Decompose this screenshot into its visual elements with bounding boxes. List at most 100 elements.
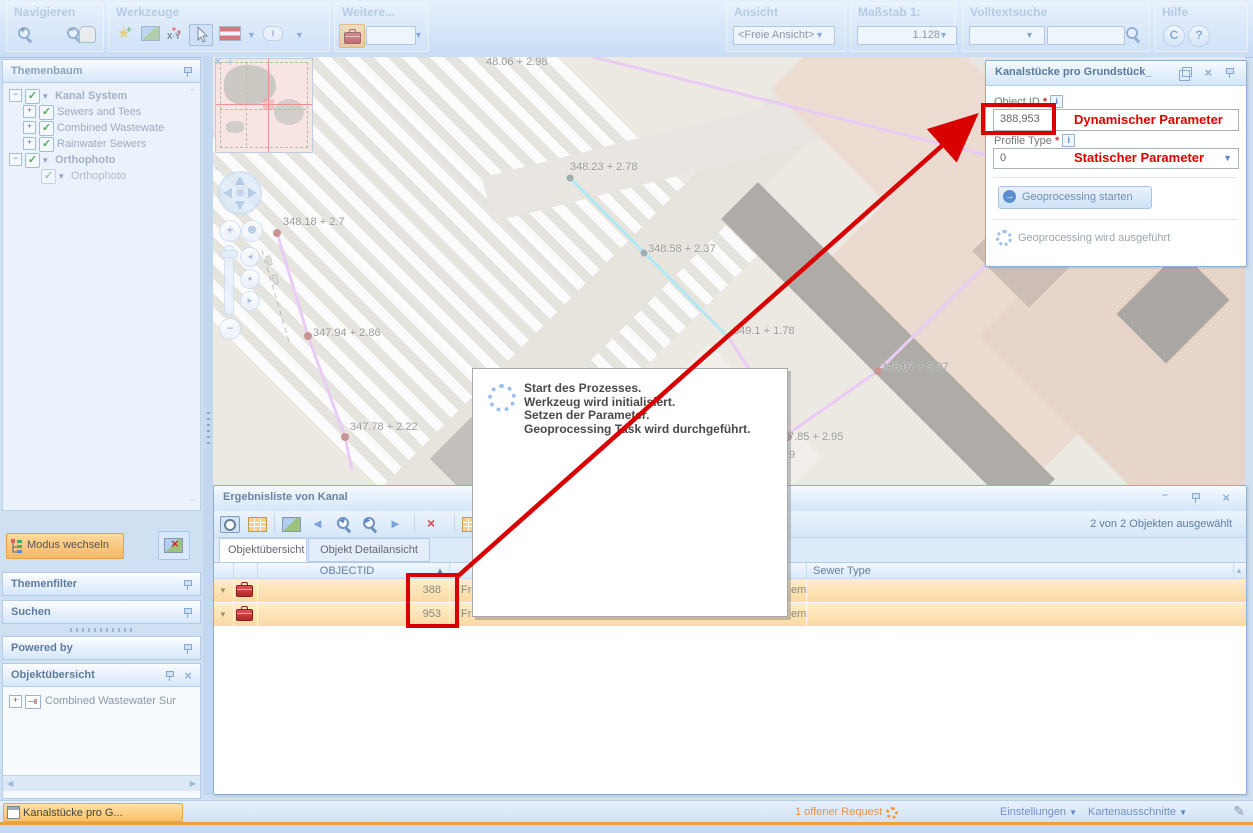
context-help-button[interactable]: C (1163, 25, 1185, 47)
busy-spinner-icon (996, 230, 1012, 246)
close-icon[interactable]: × (1204, 67, 1212, 78)
chevron-down-icon[interactable]: ▼ (1223, 153, 1232, 163)
zoom-in-icon[interactable]: + (17, 26, 33, 42)
tree-item-rainwater-sewers[interactable]: +✓ Rainwater Sewers (3, 137, 200, 153)
objektuebersicht-body: + Combined Wastewater Sur ◀ ▶ (2, 687, 201, 799)
close-icon[interactable]: × (1222, 492, 1230, 503)
taskbar-window-item[interactable]: Kanalstücke pro G... (3, 803, 183, 822)
pin-icon[interactable] (165, 670, 174, 681)
tab-objektuebersicht[interactable]: Objektübersicht (219, 538, 307, 562)
zoom-to-selection-icon[interactable] (220, 516, 240, 533)
scroll-left-icon[interactable]: ◀ (7, 779, 13, 788)
toolbar-group-navigieren: Navigieren + − (6, 3, 104, 52)
group-label: Volltextsuche (970, 5, 1047, 19)
export-image-icon[interactable] (141, 26, 160, 41)
close-icon[interactable]: × (184, 670, 192, 681)
request-spinner-icon (886, 807, 898, 819)
column-header-objectid[interactable]: OBJECTID (257, 565, 437, 577)
add-favorite-star-icon[interactable]: ★+ (117, 26, 130, 41)
pin-icon[interactable] (183, 643, 192, 654)
table-view-icon[interactable] (248, 517, 267, 532)
row-expander-icon[interactable]: ▼ (219, 610, 227, 619)
weitere-combo[interactable] (366, 26, 416, 45)
flag-dropdown-icon[interactable]: ▼ (247, 30, 256, 40)
scroll-right-icon[interactable]: ▶ (190, 779, 196, 788)
select-tool-button[interactable] (189, 24, 213, 46)
zoom-previous-icon[interactable]: ◂ (336, 516, 352, 532)
clear-selection-map-button[interactable]: × (158, 531, 190, 560)
austria-flag-icon[interactable] (219, 26, 241, 41)
column-header-sewer-type[interactable]: Sewer Type (813, 565, 871, 577)
themenfilter-panel-header[interactable]: Themenfilter (2, 572, 201, 596)
sewer-object-icon (236, 609, 253, 621)
toolbar-group-hilfe: Hilfe C ? (1154, 3, 1248, 52)
panel-header[interactable]: Kanalstücke pro Grundstück_ × (986, 61, 1246, 86)
info-icon[interactable]: i (1062, 134, 1075, 147)
value-cell-fragment: em (791, 608, 806, 620)
ansicht-dropdown-icon[interactable]: ▼ (815, 30, 824, 40)
row-expander-icon[interactable]: ▼ (219, 586, 227, 595)
pin-icon[interactable] (1225, 67, 1234, 78)
minimize-icon[interactable]: – (1162, 489, 1168, 501)
panel-title: Ergebnisliste von Kanal (223, 491, 348, 503)
maptip-dropdown-icon[interactable]: ▼ (295, 30, 304, 40)
grid-scroll-up-icon[interactable]: ▲ (1235, 566, 1243, 575)
info-icon[interactable]: i (1050, 95, 1063, 108)
group-label: Ansicht (734, 5, 778, 19)
maptip-balloon-icon[interactable]: i (263, 26, 283, 41)
zoom-next-icon[interactable]: ▸ (362, 516, 378, 532)
einstellungen-menu[interactable]: Einstellungen ▼ (1000, 806, 1077, 818)
sort-ascending-icon[interactable]: ▲ (436, 566, 444, 575)
tree-scroll-up-icon[interactable]: ⌃ (188, 87, 196, 98)
pin-icon[interactable] (183, 607, 192, 618)
map-view-icon[interactable] (282, 517, 301, 532)
tree-item-combined-wastewater[interactable]: +✓ Combined Wastewate (3, 121, 200, 137)
help-button[interactable]: ? (1188, 25, 1210, 47)
value-cell-fragment: em (791, 584, 806, 596)
weitere-dropdown-icon[interactable]: ▼ (414, 30, 423, 40)
progress-line: Start des Prozesses. (524, 382, 750, 396)
suchen-panel-header[interactable]: Suchen (2, 600, 201, 624)
remove-selection-icon[interactable]: × (427, 516, 435, 530)
horizontal-scrollbar[interactable]: ◀ ▶ (3, 775, 200, 791)
restore-icon[interactable] (1179, 70, 1190, 81)
objectid-cell: 388 (257, 584, 441, 596)
xy-coordinate-icon[interactable]: X·Y (166, 26, 184, 40)
tree-item-sewers-and-tees[interactable]: +✓ Sewers and Tees (3, 105, 200, 121)
pin-icon[interactable] (183, 579, 192, 590)
pin-icon[interactable] (1191, 492, 1200, 503)
edit-pen-icon[interactable]: ✎ (1233, 803, 1245, 820)
geoprocessing-start-button[interactable]: → Geoprocessing starten (998, 186, 1152, 209)
themenbaum-panel-header[interactable]: Themenbaum (2, 59, 201, 83)
static-parameter-annotation: Statischer Parameter (1074, 150, 1204, 165)
geoprocessing-progress-dialog: Start des Prozesses. Werkzeug wird initi… (472, 368, 788, 617)
tree-item-orthophoto-group[interactable]: −✓▾ Orthophoto (3, 153, 200, 169)
volltextsuche-input[interactable] (1047, 26, 1125, 45)
previous-object-icon[interactable]: ◄ (311, 517, 324, 531)
next-object-icon[interactable]: ► (389, 517, 402, 531)
search-icon[interactable] (1125, 26, 1141, 42)
tab-objekt-detailansicht[interactable]: Objekt Detailansicht (308, 538, 430, 562)
modus-wechseln-button[interactable]: Modus wechseln (6, 533, 124, 559)
themenbaum-tree: −✓▾ Kanal System +✓ Sewers and Tees +✓ C… (2, 83, 201, 511)
massstab-dropdown-icon[interactable]: ▼ (939, 30, 948, 40)
sidebar-splitter[interactable] (203, 57, 213, 795)
objektuebersicht-panel-header[interactable]: Objektübersicht × (2, 663, 201, 687)
pin-icon[interactable] (183, 66, 192, 77)
powered-by-panel-header[interactable]: Powered by (2, 636, 201, 660)
tree-item-orthophoto[interactable]: ✓▾ Orthophoto (3, 169, 200, 185)
taskbar: Kanalstücke pro G... 1 offener Request E… (0, 800, 1253, 823)
gp-status-text: Geoprocessing wird ausgeführt (1018, 232, 1170, 244)
panel-title: Themenbaum (11, 65, 83, 77)
objekt-tree-item[interactable]: + Combined Wastewater Sur (3, 695, 200, 711)
window-icon (7, 806, 20, 819)
kartenausschnitte-menu[interactable]: Kartenausschnitte ▼ (1088, 806, 1187, 818)
pan-hand-icon[interactable] (79, 26, 96, 43)
object-id-label: Object ID * i (994, 95, 1063, 108)
application-window: Navigieren + − Werkzeuge ★+ X·Y ▼ i ▼ (0, 0, 1253, 833)
volltextsuche-dropdown-icon[interactable]: ▼ (1025, 30, 1034, 40)
tree-scroll-down-icon[interactable]: ⌄ (188, 493, 196, 504)
geoprocessing-toolbox-button[interactable] (339, 24, 365, 48)
splitter-grip[interactable] (70, 628, 134, 632)
tree-item-kanal-system[interactable]: −✓▾ Kanal System (3, 89, 200, 105)
